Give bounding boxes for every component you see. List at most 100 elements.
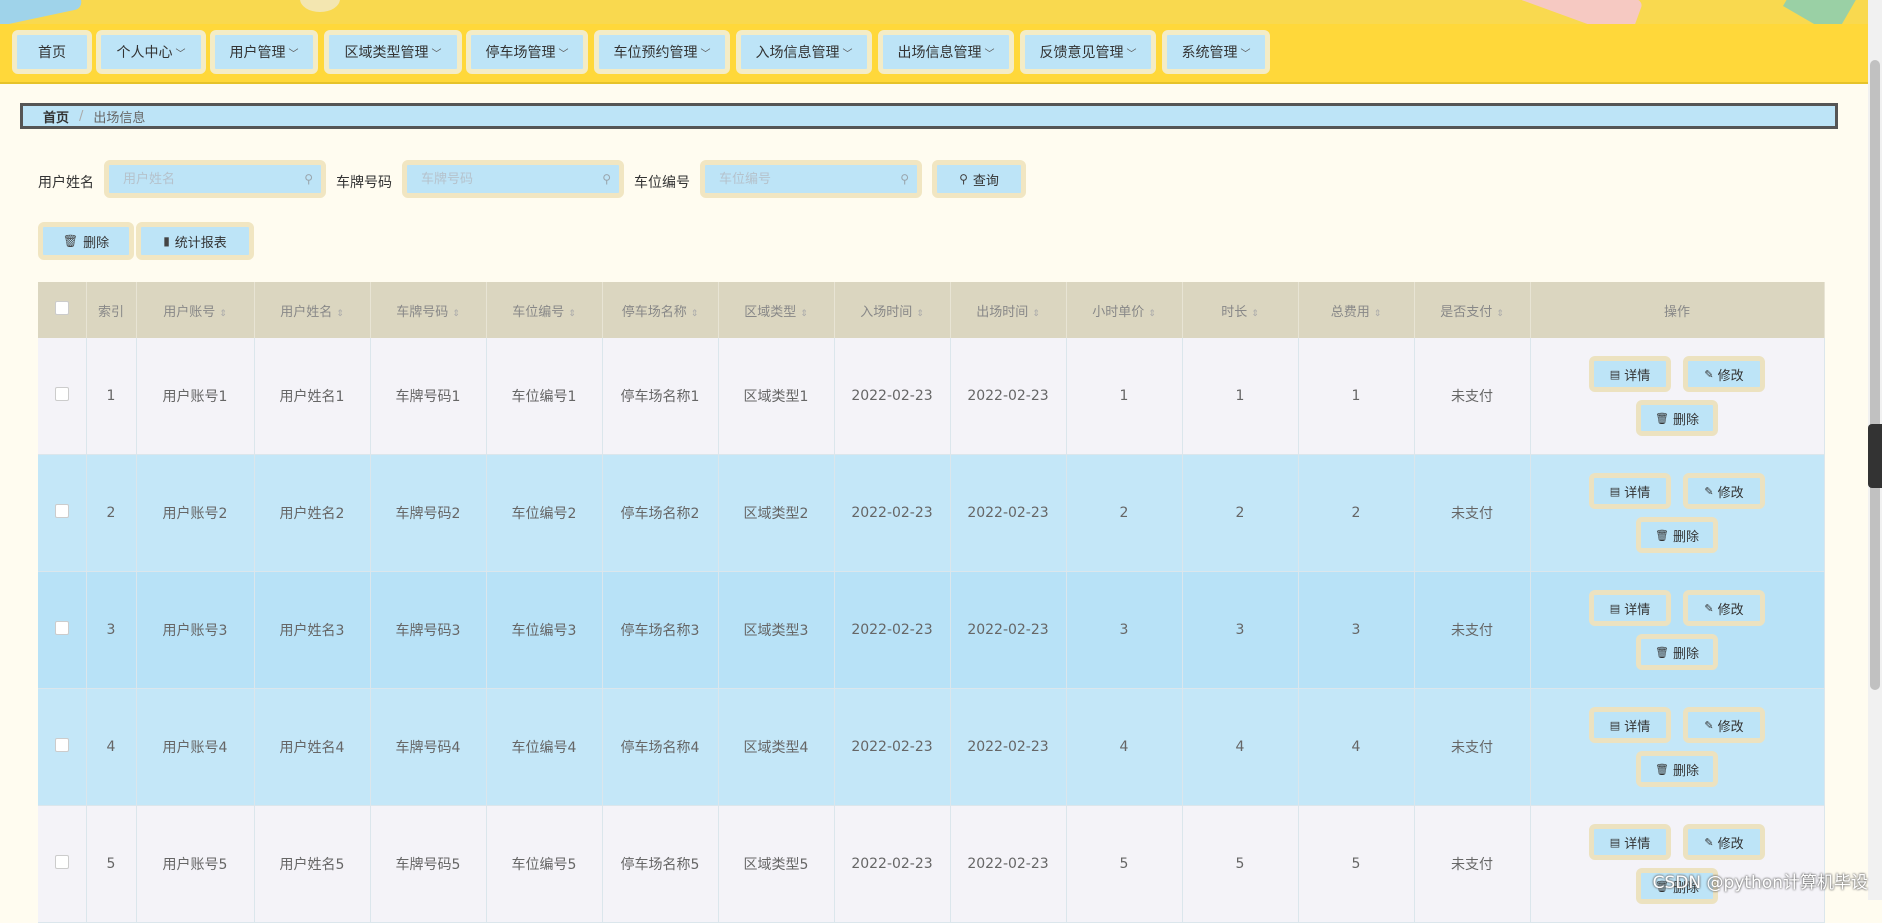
row-checkbox[interactable] <box>54 738 69 752</box>
cell-in-time: 2022-02-23 <box>834 571 951 689</box>
cell-price: 4 <box>1066 688 1183 806</box>
chevron-down-icon: ﹀ <box>1240 48 1251 60</box>
chevron-down-icon: ﹀ <box>700 48 711 60</box>
query-button[interactable]: ⚲ 查询 <box>932 160 1026 198</box>
document-icon: ▤ <box>1609 601 1621 615</box>
cell-area: 区域类型3 <box>718 571 835 689</box>
delete-button[interactable]: 🗑 删除 <box>1636 517 1718 553</box>
nav-area-type-management[interactable]: 区域类型管理 ﹀ <box>324 30 462 74</box>
sort-icon[interactable]: ⇕ <box>336 309 344 319</box>
cell-total: 1 <box>1298 338 1415 455</box>
row-checkbox[interactable] <box>54 504 69 518</box>
column-header[interactable]: 用户账号 ⇕ <box>136 282 255 338</box>
cell-plate: 车牌号码5 <box>370 805 487 923</box>
nav-feedback-management[interactable]: 反馈意见管理 ﹀ <box>1020 30 1156 74</box>
sort-icon[interactable]: ⇕ <box>1251 309 1259 319</box>
plate-input[interactable] <box>419 170 603 188</box>
cell-duration: 2 <box>1182 454 1299 572</box>
breadcrumb-home[interactable]: 首页 <box>43 107 69 126</box>
row-checkbox-cell[interactable] <box>38 571 87 689</box>
nav-system-management[interactable]: 系统管理 ﹀ <box>1162 30 1270 74</box>
chevron-down-icon: ﹀ <box>175 48 186 60</box>
row-checkbox-cell[interactable] <box>38 338 87 455</box>
space-input[interactable] <box>717 170 901 188</box>
batch-delete-label: 删除 <box>83 235 110 251</box>
edit-label: 修改 <box>1717 368 1744 384</box>
nav-label: 用户管理 <box>229 45 286 61</box>
nav-reservation-management[interactable]: 车位预约管理 ﹀ <box>594 30 730 74</box>
edit-icon: ✎ <box>1704 484 1714 498</box>
sort-icon[interactable]: ⇕ <box>1374 309 1382 319</box>
nav-home[interactable]: 首页 <box>12 30 92 74</box>
row-checkbox[interactable] <box>54 387 69 401</box>
breadcrumb-separator: / <box>79 108 84 124</box>
sort-icon[interactable]: ⇕ <box>1032 309 1040 319</box>
sort-icon[interactable]: ⇕ <box>800 309 808 319</box>
scrollbar-thumb[interactable] <box>1870 60 1880 690</box>
sort-icon[interactable]: ⇕ <box>691 309 699 319</box>
edit-button[interactable]: ✎ 修改 <box>1683 707 1765 743</box>
space-search: ⚲ <box>700 160 922 198</box>
column-header[interactable]: 车位编号 ⇕ <box>486 282 603 338</box>
detail-button[interactable]: ▤ 详情 <box>1589 356 1671 392</box>
sort-icon[interactable]: ⇕ <box>568 309 576 319</box>
column-header[interactable]: 出场时间 ⇕ <box>950 282 1067 338</box>
column-header[interactable]: 是否支付 ⇕ <box>1414 282 1531 338</box>
row-checkbox-cell[interactable] <box>38 805 87 923</box>
detail-button[interactable]: ▤ 详情 <box>1589 473 1671 509</box>
batch-delete-button[interactable]: 🗑 删除 <box>38 222 134 260</box>
sort-icon[interactable]: ⇕ <box>1496 309 1504 319</box>
edit-button[interactable]: ✎ 修改 <box>1683 590 1765 626</box>
user-name-input[interactable] <box>121 170 305 188</box>
edit-label: 修改 <box>1717 836 1744 852</box>
edit-button[interactable]: ✎ 修改 <box>1683 824 1765 860</box>
row-checkbox-cell[interactable] <box>38 454 87 572</box>
column-header[interactable]: 小时单价 ⇕ <box>1066 282 1183 338</box>
nav-label: 停车场管理 <box>485 45 556 61</box>
edit-button[interactable]: ✎ 修改 <box>1683 356 1765 392</box>
detail-button[interactable]: ▤ 详情 <box>1589 707 1671 743</box>
sort-icon[interactable]: ⇕ <box>219 309 227 319</box>
side-drawer-tab[interactable] <box>1868 424 1882 488</box>
cell-index: 4 <box>86 688 137 806</box>
report-button-label: 统计报表 <box>174 235 227 251</box>
row-checkbox-cell[interactable] <box>38 688 87 806</box>
sort-icon[interactable]: ⇕ <box>916 309 924 319</box>
cell-in-time: 2022-02-23 <box>834 338 951 455</box>
edit-button[interactable]: ✎ 修改 <box>1683 473 1765 509</box>
column-header[interactable]: 用户姓名 ⇕ <box>254 282 371 338</box>
row-checkbox[interactable] <box>54 621 69 635</box>
report-button[interactable]: ▮ 统计报表 <box>136 222 254 260</box>
cell-plate: 车牌号码3 <box>370 571 487 689</box>
column-header[interactable]: 区域类型 ⇕ <box>718 282 835 338</box>
row-actions-cell: ▤ 详情 ✎ 修改 🗑 删除 <box>1530 805 1825 923</box>
cell-out-time: 2022-02-23 <box>950 338 1067 455</box>
delete-button[interactable]: 🗑 删除 <box>1636 634 1718 670</box>
column-header[interactable]: 时长 ⇕ <box>1182 282 1299 338</box>
cell-price: 1 <box>1066 338 1183 455</box>
nav-personal-center[interactable]: 个人中心 ﹀ <box>96 30 206 74</box>
detail-button[interactable]: ▤ 详情 <box>1589 590 1671 626</box>
nav-entry-management[interactable]: 入场信息管理 ﹀ <box>736 30 872 74</box>
column-header[interactable]: 总费用 ⇕ <box>1298 282 1415 338</box>
chevron-down-icon: ﹀ <box>431 48 442 60</box>
select-all-checkbox-cell[interactable] <box>38 282 87 338</box>
nav-user-management[interactable]: 用户管理 ﹀ <box>210 30 318 74</box>
sort-icon[interactable]: ⇕ <box>1148 309 1156 319</box>
row-actions-cell: ▤ 详情 ✎ 修改 🗑 删除 <box>1530 688 1825 806</box>
select-all-checkbox[interactable] <box>54 301 69 315</box>
cell-area: 区域类型5 <box>718 805 835 923</box>
row-checkbox[interactable] <box>54 855 69 869</box>
delete-button[interactable]: 🗑 删除 <box>1636 400 1718 436</box>
sort-icon[interactable]: ⇕ <box>452 309 460 319</box>
nav-exit-management[interactable]: 出场信息管理 ﹀ <box>878 30 1014 74</box>
delete-button[interactable]: 🗑 删除 <box>1636 751 1718 787</box>
column-header[interactable]: 入场时间 ⇕ <box>834 282 951 338</box>
column-header[interactable]: 车牌号码 ⇕ <box>370 282 487 338</box>
cell-account: 用户账号3 <box>136 571 255 689</box>
detail-button[interactable]: ▤ 详情 <box>1589 824 1671 860</box>
nav-parking-lot-management[interactable]: 停车场管理 ﹀ <box>466 30 588 74</box>
column-header[interactable]: 停车场名称 ⇕ <box>602 282 719 338</box>
user-name-label: 用户姓名 <box>38 175 94 191</box>
cell-index: 3 <box>86 571 137 689</box>
